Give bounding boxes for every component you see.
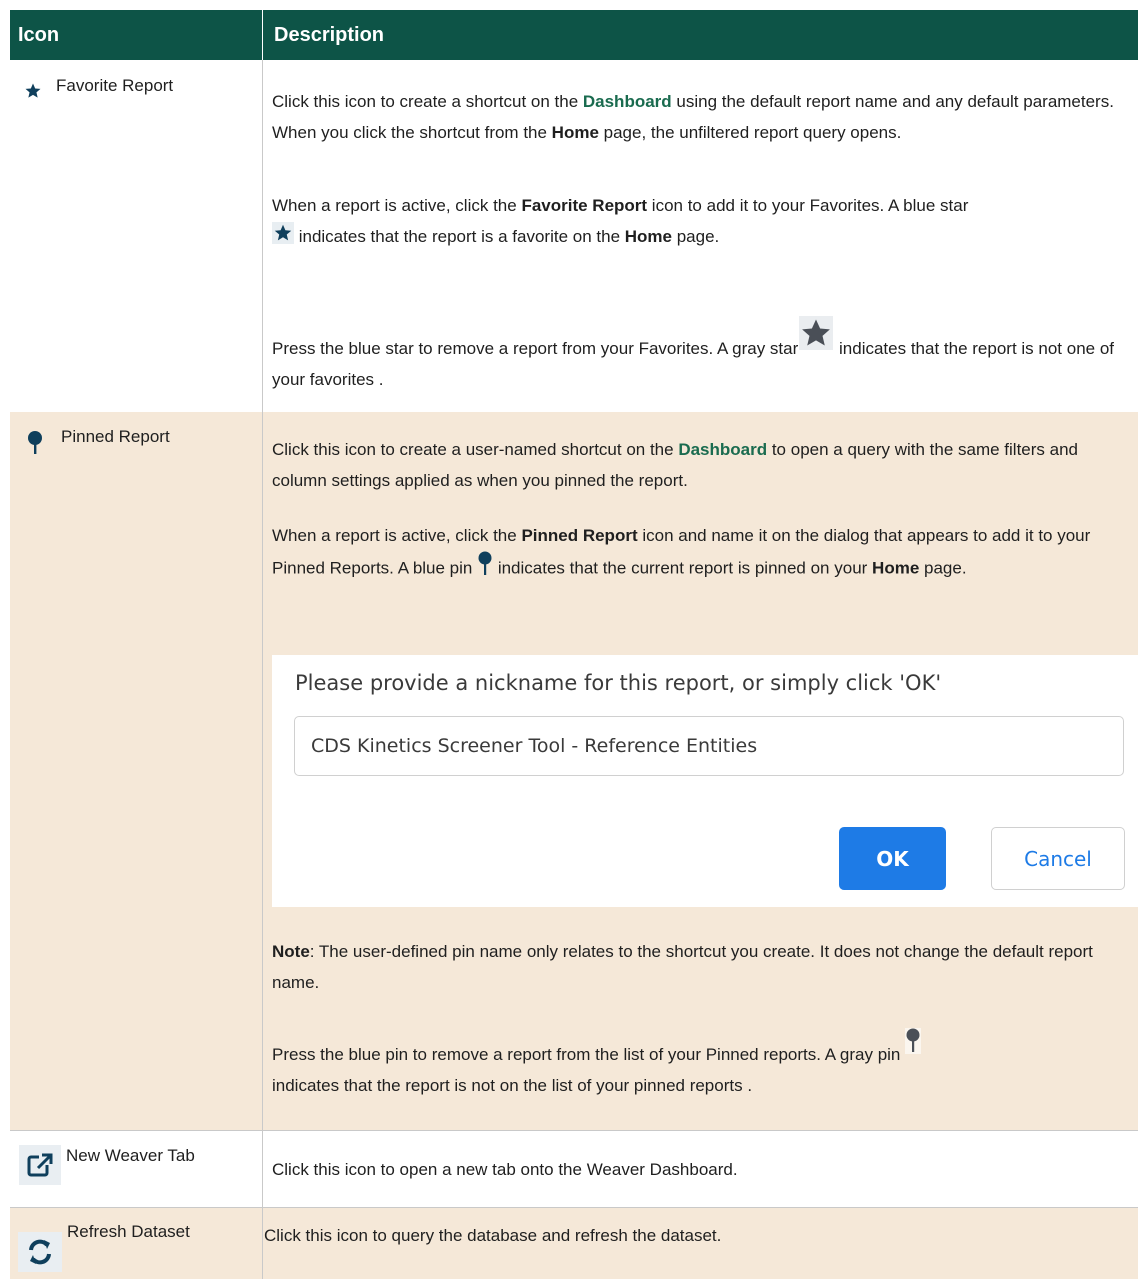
bold-text: Pinned Report [521,526,638,545]
gray-star-icon [798,316,834,360]
pinned-paragraph-4: Press the blue pin to remove a report fr… [272,1028,1134,1101]
column-divider [262,1208,263,1279]
text: Click this icon to create a shortcut on … [272,92,583,111]
column-divider [262,1130,263,1207]
blue-pin-icon [477,551,493,587]
gray-pin-icon [905,1028,922,1064]
dashboard-link[interactable]: Dashboard [583,92,672,111]
cancel-button[interactable]: Cancel [991,827,1125,890]
bold-text: Home [872,558,920,578]
dashboard-link[interactable]: Dashboard [678,440,767,459]
new-tab-description: Click this icon to open a new tab onto t… [272,1160,738,1179]
text: indicates that the current report is pin… [493,558,873,578]
table-row-new-weaver-tab: New Weaver Tab Click this icon to open a… [10,1130,1138,1208]
text: Click this icon to create a user-named s… [272,440,679,459]
pinned-paragraph-1: Click this icon to create a user-named s… [272,434,1134,496]
text: Press the blue pin to remove a report fr… [272,1045,906,1064]
table-row-favorite-report: Favorite Report Click this icon to creat… [10,60,1138,413]
column-divider [262,60,263,412]
text: Press the blue star to remove a report f… [272,339,799,358]
text: indicates that the report is a favorite … [294,227,625,246]
header-icon-column: Icon [18,24,60,46]
text: page, the unfiltered report query opens. [598,123,902,142]
pin-icon[interactable] [22,428,48,458]
row-label-refresh-dataset: Refresh Dataset [67,1222,190,1241]
refresh-description: Click this icon to query the database an… [264,1226,722,1245]
star-icon[interactable] [22,80,44,102]
text: page. [919,558,967,578]
pinned-paragraph-2: When a report is active, click the Pinne… [272,520,1134,587]
column-divider [262,412,263,1130]
text: When a report is active, click the [272,526,522,545]
text: icon to add it to your Favorites. A blue… [647,196,969,215]
favorite-paragraph-1: Click this icon to create a shortcut on … [272,86,1134,148]
row-label-pinned-report: Pinned Report [61,427,170,446]
pinned-note: Note: The user-defined pin name only rel… [272,936,1134,998]
text: When a report is active, click the [272,196,522,215]
favorite-paragraph-2: When a report is active, click the Favor… [272,190,1134,254]
external-link-icon[interactable] [19,1145,61,1185]
bold-text: Note [272,942,310,961]
ok-button[interactable]: OK [839,827,946,890]
bold-text: Favorite Report [521,196,648,215]
text: page. [671,227,720,246]
header-divider [262,10,263,60]
text: indicates that the report is not on the … [272,1076,753,1095]
header-description-column: Description [274,24,385,46]
table-row-pinned-report: Pinned Report Click this icon to create … [10,412,1138,1131]
table-header: Icon Description [10,10,1138,60]
dialog-prompt: Please provide a nickname for this repor… [295,671,942,695]
table-row-refresh-dataset: Refresh Dataset Click this icon to query… [10,1208,1138,1279]
refresh-icon[interactable] [18,1232,62,1272]
nickname-input[interactable]: CDS Kinetics Screener Tool - Reference E… [294,716,1124,776]
row-label-new-weaver-tab: New Weaver Tab [66,1146,195,1165]
text: : The user-defined pin name only relates… [272,942,1093,992]
row-label-favorite-report: Favorite Report [56,76,174,95]
bold-text: Home [551,123,599,142]
bold-text: Home [624,227,672,246]
favorite-paragraph-3: Press the blue star to remove a report f… [272,316,1134,395]
blue-star-icon [272,221,294,254]
nickname-dialog: Please provide a nickname for this repor… [272,655,1138,907]
